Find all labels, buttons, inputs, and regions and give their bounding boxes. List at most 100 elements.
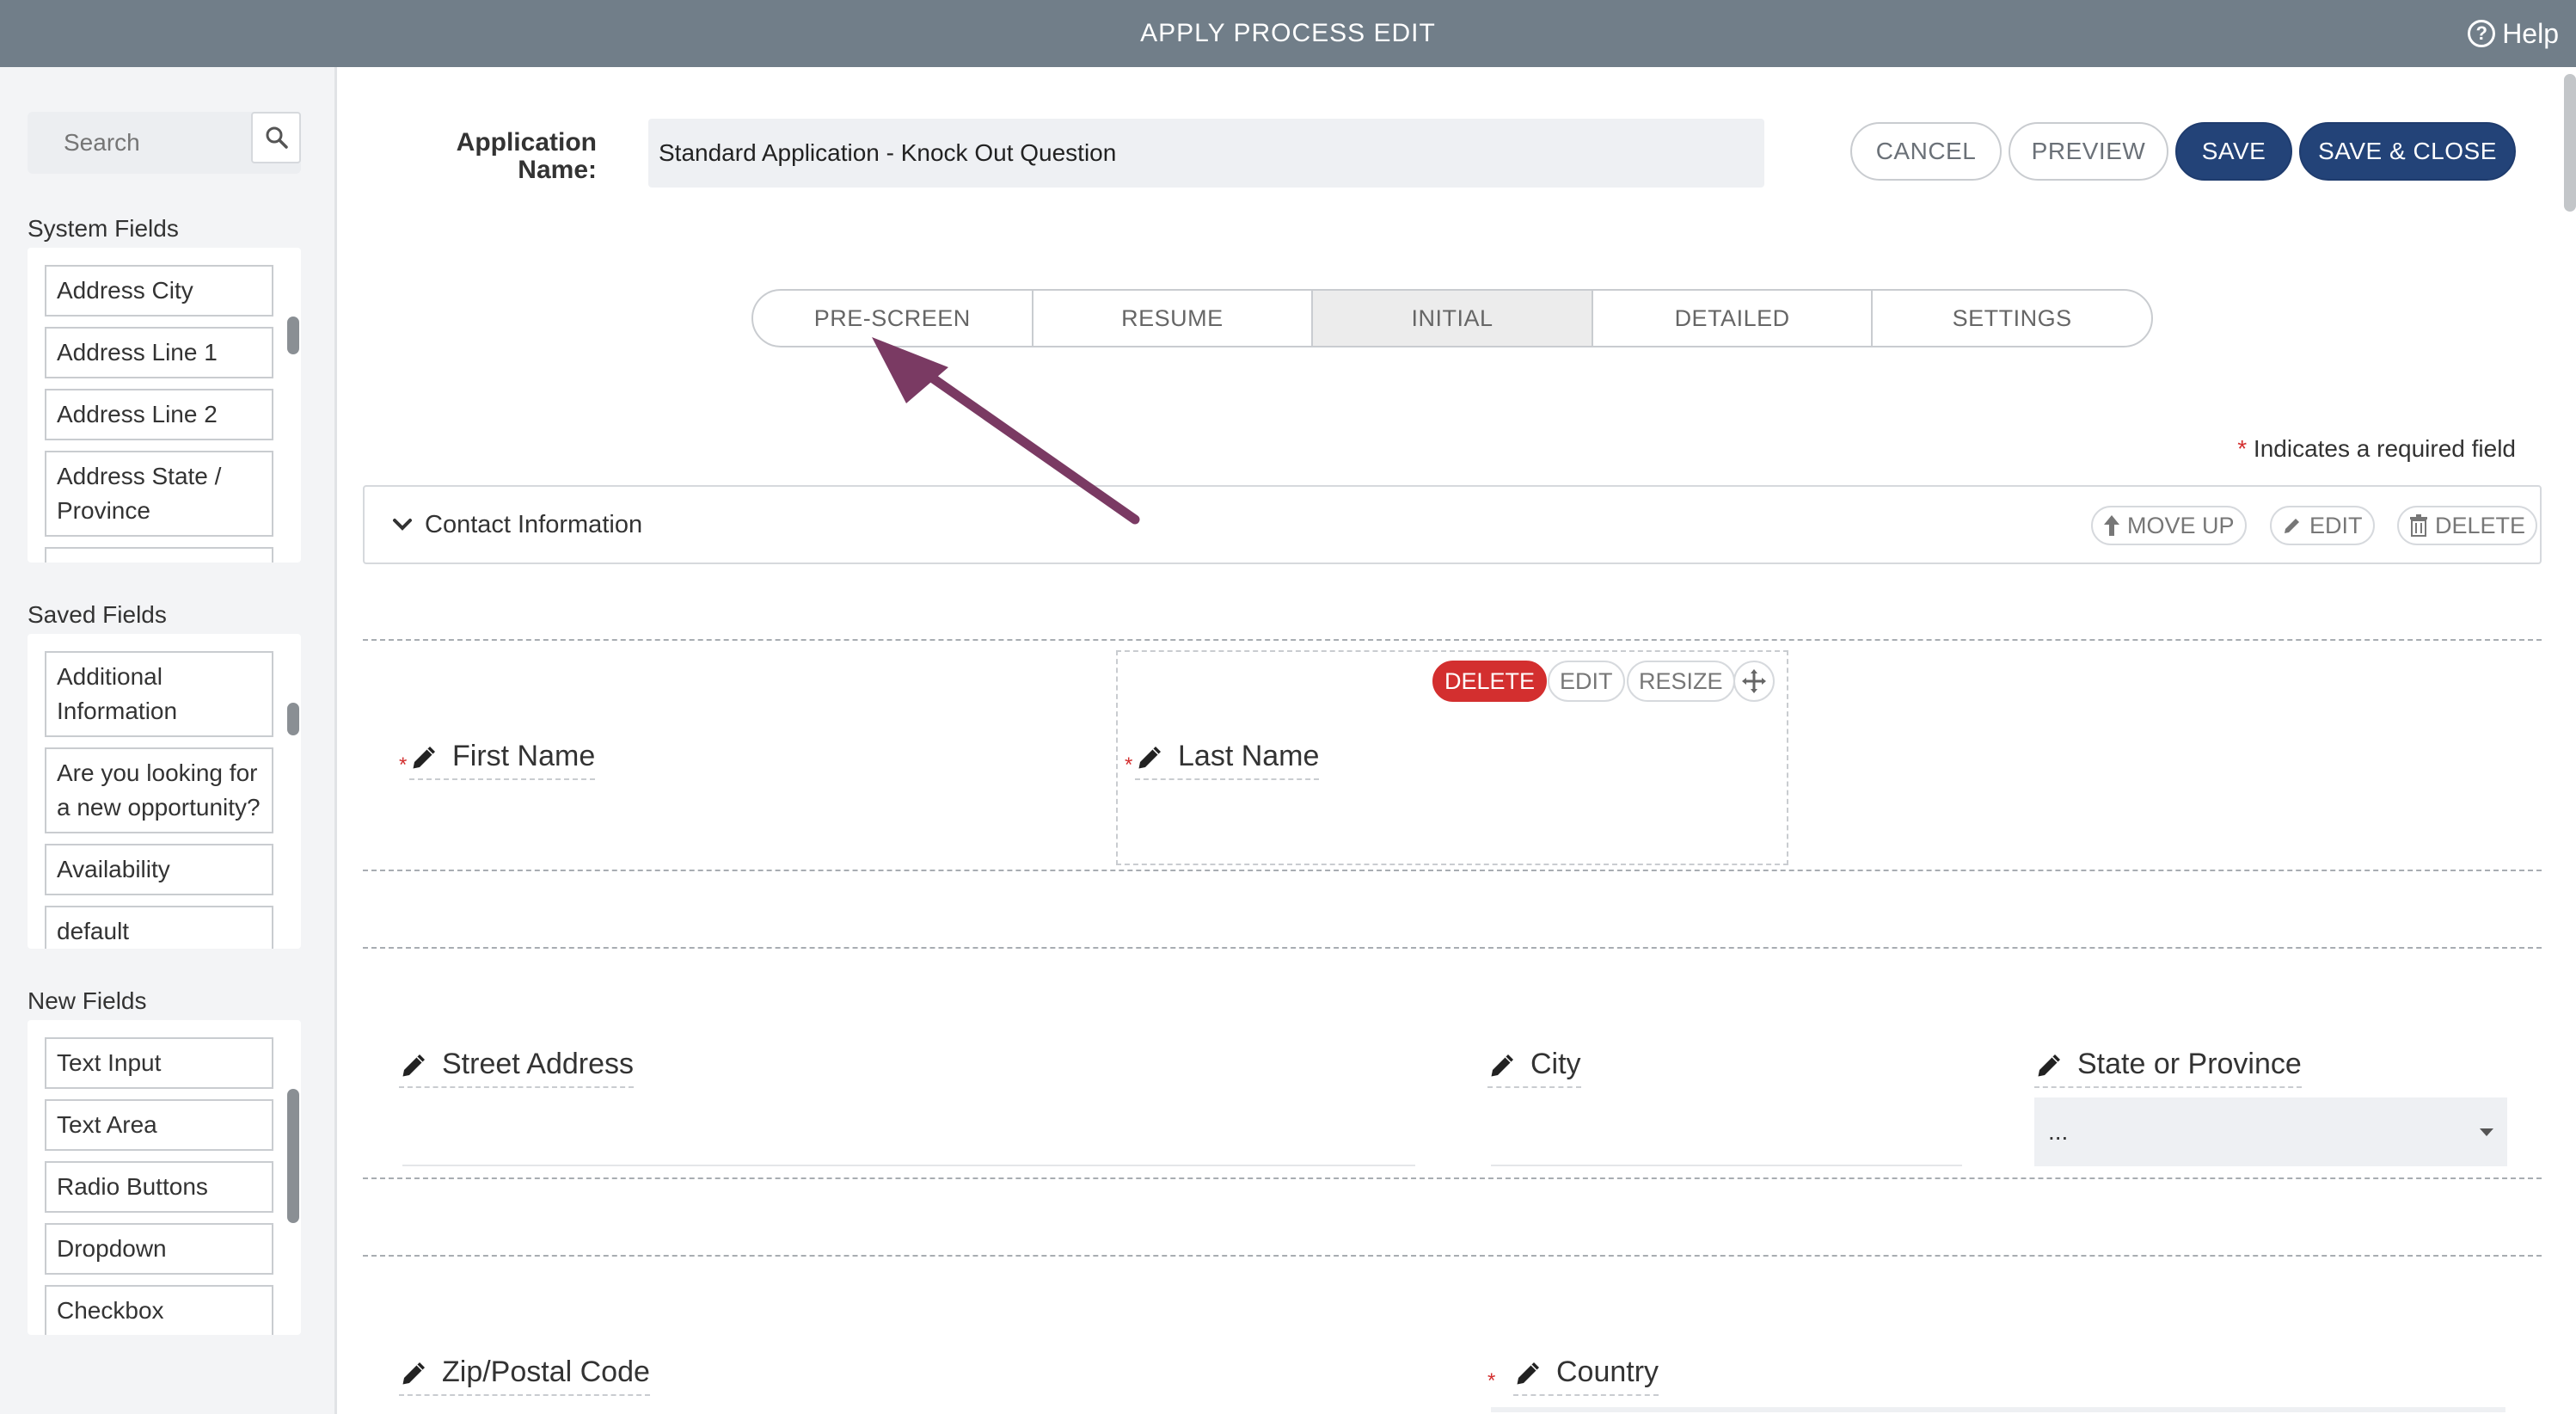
system-fields-label: System Fields bbox=[28, 215, 179, 242]
step-tabs: PRE-SCREEN RESUME INITIAL DETAILED SETTI… bbox=[751, 289, 2153, 347]
field-item-address-state[interactable]: Address State / Province bbox=[45, 451, 273, 537]
pencil-icon bbox=[413, 746, 435, 768]
move-up-button[interactable]: MOVE UP bbox=[2091, 506, 2247, 545]
tab-settings[interactable]: SETTINGS bbox=[1873, 291, 2151, 346]
pencil-icon bbox=[2285, 519, 2299, 533]
field-street-address[interactable]: Street Address bbox=[399, 1048, 635, 1088]
pencil-icon bbox=[402, 1362, 425, 1384]
section-delete-button[interactable]: DELETE bbox=[2397, 506, 2538, 545]
help-label: Help bbox=[2502, 18, 2559, 49]
section-delete-label: DELETE bbox=[2435, 513, 2526, 538]
field-item-new-opportunity[interactable]: Are you looking for a new opportunity? bbox=[45, 747, 273, 833]
page-scrollbar[interactable] bbox=[2564, 74, 2576, 212]
move-icon bbox=[1742, 669, 1766, 693]
field-first-name[interactable]: First Name bbox=[409, 740, 596, 780]
required-star: * bbox=[399, 753, 408, 777]
field-label: Last Name bbox=[1178, 740, 1320, 772]
field-label: State or Province bbox=[2077, 1048, 2302, 1080]
row-divider bbox=[363, 947, 2542, 949]
page-title: APPLY PROCESS EDIT bbox=[1140, 19, 1436, 47]
field-item-radio-buttons[interactable]: Radio Buttons bbox=[45, 1161, 273, 1213]
row-divider bbox=[363, 639, 2542, 641]
field-label: Street Address bbox=[442, 1048, 635, 1080]
field-item-default[interactable]: default bbox=[45, 906, 273, 949]
help-circle-icon: ? bbox=[2468, 20, 2496, 47]
pencil-icon bbox=[1517, 1362, 1539, 1384]
top-bar: APPLY PROCESS EDIT ? Help bbox=[0, 0, 2576, 67]
field-label: City bbox=[1530, 1048, 1581, 1080]
section-title: Contact Information bbox=[425, 511, 643, 538]
required-star: * bbox=[1487, 1369, 1496, 1392]
caret-down-icon bbox=[2480, 1128, 2493, 1136]
saved-fields-panel: Additional Information Are you looking f… bbox=[28, 634, 301, 949]
search-button[interactable] bbox=[251, 112, 301, 163]
move-handle[interactable] bbox=[1733, 661, 1775, 702]
field-delete-button[interactable]: DELETE bbox=[1432, 661, 1548, 702]
field-item-additional-information[interactable]: Additional Information bbox=[45, 651, 273, 737]
section-edit-label: EDIT bbox=[2309, 513, 2363, 538]
system-fields-scrollbar[interactable] bbox=[287, 317, 299, 354]
move-up-label: MOVE UP bbox=[2127, 513, 2235, 538]
section-contact-information: Contact Information MOVE UP EDIT DELETE bbox=[363, 485, 2542, 564]
row-divider bbox=[363, 870, 2542, 871]
required-note-text: Indicates a required field bbox=[2253, 435, 2516, 462]
cancel-button[interactable]: CANCEL bbox=[1850, 122, 2002, 181]
field-item-availability[interactable]: Availability bbox=[45, 844, 273, 895]
row-divider bbox=[363, 1177, 2542, 1179]
sidebar: System Fields Address City Address Line … bbox=[0, 67, 337, 1414]
new-fields-panel: Text Input Text Area Radio Buttons Dropd… bbox=[28, 1020, 301, 1335]
field-item-text-area[interactable]: Text Area bbox=[45, 1099, 273, 1151]
city-input-line[interactable] bbox=[1491, 1165, 1962, 1166]
application-name-input[interactable]: Standard Application - Knock Out Questio… bbox=[648, 119, 1764, 188]
section-toggle[interactable]: Contact Information bbox=[392, 487, 642, 563]
save-close-button[interactable]: SAVE & CLOSE bbox=[2299, 122, 2516, 181]
country-select[interactable] bbox=[1491, 1407, 2505, 1412]
preview-button[interactable]: PREVIEW bbox=[2009, 122, 2168, 181]
tab-resume[interactable]: RESUME bbox=[1033, 291, 1314, 346]
state-select[interactable]: ... bbox=[2034, 1097, 2507, 1166]
field-item-address-line-2[interactable]: Address Line 2 bbox=[45, 389, 273, 440]
new-fields-label: New Fields bbox=[28, 987, 147, 1014]
field-state-province[interactable]: State or Province bbox=[2034, 1048, 2302, 1088]
tab-initial[interactable]: INITIAL bbox=[1313, 291, 1593, 346]
new-fields-scrollbar[interactable] bbox=[287, 1089, 299, 1223]
field-resize-button[interactable]: RESIZE bbox=[1627, 661, 1735, 702]
field-label: Zip/Postal Code bbox=[442, 1356, 650, 1388]
field-last-name[interactable]: Last Name bbox=[1135, 740, 1320, 780]
field-city[interactable]: City bbox=[1487, 1048, 1581, 1088]
street-input-line[interactable] bbox=[402, 1165, 1415, 1166]
pencil-icon bbox=[402, 1054, 425, 1076]
saved-fields-label: Saved Fields bbox=[28, 601, 167, 628]
field-item-address-city[interactable]: Address City bbox=[45, 265, 273, 317]
section-edit-button[interactable]: EDIT bbox=[2270, 506, 2375, 545]
field-item-dropdown[interactable]: Dropdown bbox=[45, 1223, 273, 1275]
required-star: * bbox=[1125, 753, 1133, 777]
field-item-address-line-1[interactable]: Address Line 1 bbox=[45, 327, 273, 378]
row-divider bbox=[363, 1255, 2542, 1257]
field-item-checkbox[interactable]: Checkbox bbox=[45, 1285, 273, 1335]
pencil-icon bbox=[1491, 1054, 1513, 1076]
field-edit-button[interactable]: EDIT bbox=[1548, 661, 1625, 702]
search-box bbox=[28, 112, 301, 174]
arrow-up-icon bbox=[2104, 515, 2119, 536]
field-country[interactable]: Country bbox=[1513, 1356, 1659, 1396]
tab-pre-screen[interactable]: PRE-SCREEN bbox=[753, 291, 1033, 346]
search-input[interactable] bbox=[28, 112, 251, 174]
trash-icon bbox=[2410, 514, 2427, 537]
saved-fields-scrollbar[interactable] bbox=[287, 703, 299, 735]
tab-detailed[interactable]: DETAILED bbox=[1593, 291, 1874, 346]
state-select-value: ... bbox=[2048, 1118, 2069, 1145]
pencil-icon bbox=[1138, 746, 1161, 768]
required-field-note: * Indicates a required field bbox=[2237, 435, 2516, 463]
save-button[interactable]: SAVE bbox=[2175, 122, 2292, 181]
field-item-text-input[interactable]: Text Input bbox=[45, 1037, 273, 1089]
field-label: First Name bbox=[452, 740, 596, 772]
field-label: Country bbox=[1556, 1356, 1659, 1388]
search-icon bbox=[266, 126, 288, 149]
field-zip-postal-code[interactable]: Zip/Postal Code bbox=[399, 1356, 650, 1396]
chevron-down-icon bbox=[393, 519, 412, 531]
system-fields-panel: Address City Address Line 1 Address Line… bbox=[28, 248, 301, 563]
required-star: * bbox=[2237, 435, 2248, 462]
field-item-partial[interactable] bbox=[45, 547, 273, 563]
help-link[interactable]: ? Help bbox=[2468, 0, 2559, 67]
